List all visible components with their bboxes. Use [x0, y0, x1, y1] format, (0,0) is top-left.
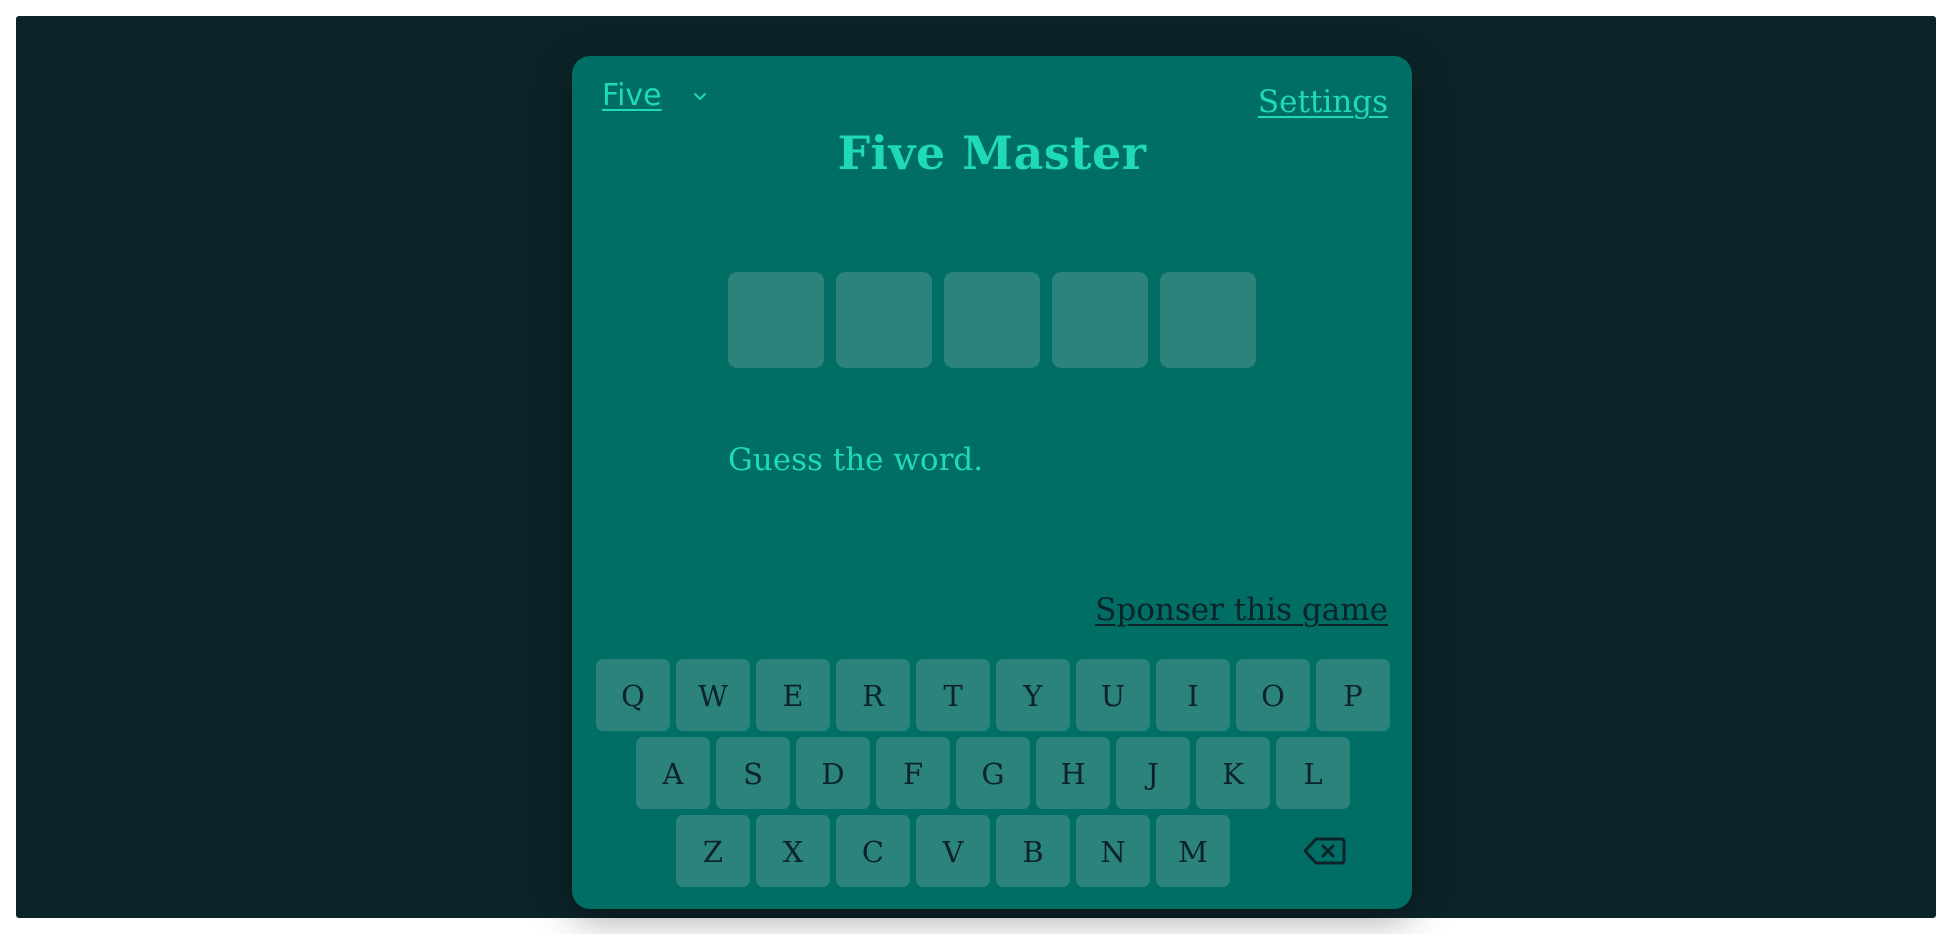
key-c[interactable]: C [836, 815, 910, 887]
key-a[interactable]: A [636, 737, 710, 809]
key-f[interactable]: F [876, 737, 950, 809]
key-u[interactable]: U [1076, 659, 1150, 731]
backspace-icon [1303, 837, 1346, 865]
key-m[interactable]: M [1156, 815, 1230, 887]
key-x[interactable]: X [756, 815, 830, 887]
key-o[interactable]: O [1236, 659, 1310, 731]
keyboard-row-2: A S D F G H J K L [636, 737, 1350, 809]
letter-tile [944, 272, 1040, 368]
key-v[interactable]: V [916, 815, 990, 887]
guess-row [728, 272, 1256, 368]
backspace-button[interactable] [1284, 815, 1364, 887]
mode-label: Five [602, 78, 662, 113]
mode-dropdown[interactable]: Five [602, 78, 710, 113]
key-l[interactable]: L [1276, 737, 1350, 809]
keyboard-row-1: Q W E R T Y U I O P [596, 659, 1390, 731]
letter-tile [1160, 272, 1256, 368]
key-k[interactable]: K [1196, 737, 1270, 809]
settings-link[interactable]: Settings [1258, 84, 1388, 120]
key-w[interactable]: W [676, 659, 750, 731]
chevron-down-icon [693, 92, 706, 100]
game-title: Five Master [837, 126, 1147, 180]
key-q[interactable]: Q [596, 659, 670, 731]
app-background: Five Settings Five Master Guess the word… [16, 16, 1936, 918]
key-t[interactable]: T [916, 659, 990, 731]
key-i[interactable]: I [1156, 659, 1230, 731]
key-g[interactable]: G [956, 737, 1030, 809]
letter-tile [836, 272, 932, 368]
keyboard-row-3: Z X C V B N M [676, 815, 1230, 887]
key-b[interactable]: B [996, 815, 1070, 887]
key-y[interactable]: Y [996, 659, 1070, 731]
key-r[interactable]: R [836, 659, 910, 731]
key-p[interactable]: P [1316, 659, 1390, 731]
key-h[interactable]: H [1036, 737, 1110, 809]
letter-tile [728, 272, 824, 368]
key-n[interactable]: N [1076, 815, 1150, 887]
key-z[interactable]: Z [676, 815, 750, 887]
game-card: Five Settings Five Master Guess the word… [572, 56, 1412, 909]
key-e[interactable]: E [756, 659, 830, 731]
key-d[interactable]: D [796, 737, 870, 809]
key-s[interactable]: S [716, 737, 790, 809]
sponsor-link[interactable]: Sponser this game [1095, 592, 1388, 628]
status-message: Guess the word. [728, 442, 984, 478]
key-j[interactable]: J [1116, 737, 1190, 809]
letter-tile [1052, 272, 1148, 368]
